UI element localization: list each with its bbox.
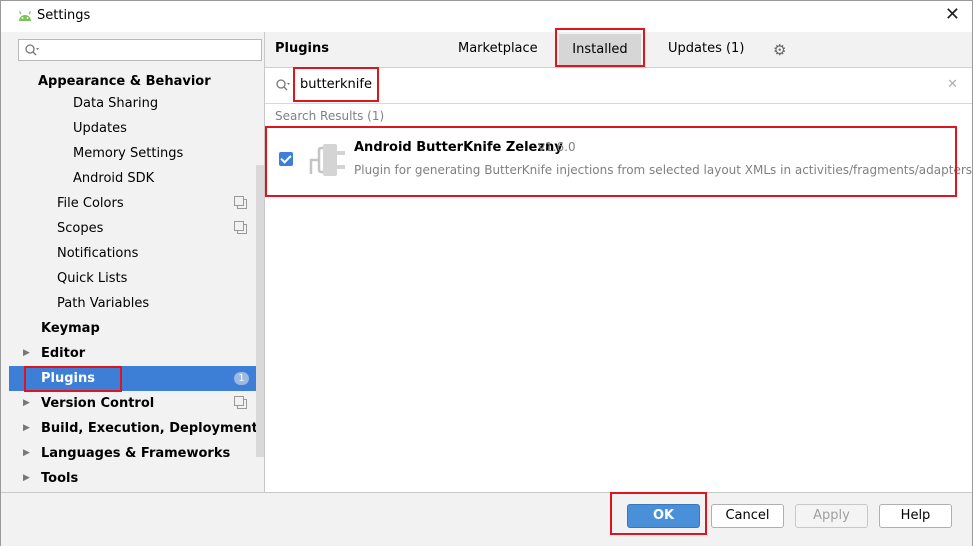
search-icon [25,44,39,56]
ok-button[interactable]: OK [627,504,700,528]
chevron-right-icon[interactable]: ▶ [23,341,30,366]
tab-marketplace[interactable]: Marketplace [458,41,538,56]
chevron-right-icon[interactable]: ▶ [23,416,30,441]
dialog-footer: OK Cancel Apply Help [1,492,972,546]
sidebar-item-editor[interactable]: ▶ Editor [9,341,264,366]
sidebar-item-plugins[interactable]: Plugins 1 [9,366,264,391]
plugin-search-value[interactable]: butterknife [300,77,372,92]
sidebar-item-build-execution-deployment[interactable]: ▶ Build, Execution, Deployment [9,416,264,441]
sidebar-item-label: Notifications [57,246,139,261]
tab-updates[interactable]: Updates (1) [668,41,744,56]
sidebar-item-label: Build, Execution, Deployment [41,421,258,436]
window-title: Settings [37,8,91,23]
plugin-plug-icon [309,144,345,176]
search-icon [276,79,290,91]
project-settings-icon [234,196,247,209]
sidebar-item-label: Data Sharing [73,96,159,111]
sidebar-item-scopes[interactable]: Scopes [9,216,264,241]
sidebar-item-quick-lists[interactable]: Quick Lists [9,266,264,291]
sidebar-scrollbar[interactable] [256,165,264,457]
sidebar-item-label: Editor [41,346,86,361]
plugins-tab-bar: Plugins Marketplace Installed Updates (1… [265,32,972,68]
plugin-list-item[interactable]: Android ButterKnife Zelezny v1.6.0 Plugi… [271,130,973,196]
sidebar-item-notifications[interactable]: Notifications [9,241,264,266]
sidebar-item-label: Version Control [41,396,155,411]
plugin-version: v1.6.0 [538,140,576,154]
title-bar: Settings ✕ [1,1,972,32]
apply-button[interactable]: Apply [795,504,868,528]
sidebar-item-label: Updates [73,121,127,136]
sidebar-item-label: File Colors [57,196,124,211]
settings-window: Settings ✕ Appearance & Behavior Data Sh… [0,0,973,546]
sidebar-item-label: Quick Lists [57,271,128,286]
sidebar-item-keymap[interactable]: Keymap [9,316,264,341]
plugins-panel: Plugins Marketplace Installed Updates (1… [265,32,973,492]
updates-count-badge: 1 [234,372,249,385]
cancel-button[interactable]: Cancel [711,504,784,528]
project-settings-icon [234,396,247,409]
plugin-description: Plugin for generating ButterKnife inject… [354,163,973,177]
project-settings-icon [234,221,247,234]
sidebar-item-label: Scopes [57,221,104,236]
sidebar-item-updates[interactable]: Updates [9,116,264,141]
sidebar-item-languages-frameworks[interactable]: ▶ Languages & Frameworks [9,441,264,466]
clear-icon[interactable]: ✕ [947,77,958,92]
chevron-right-icon[interactable]: ▶ [23,466,30,491]
plugin-search-input[interactable]: butterknife ✕ [265,68,972,104]
sidebar-item-label: Tools [41,471,79,486]
sidebar-item-version-control[interactable]: ▶ Version Control [9,391,264,416]
sidebar-item-label: Plugins [41,371,95,386]
sidebar-item-label: Memory Settings [73,146,184,161]
sidebar-item-android-sdk[interactable]: Android SDK [9,166,264,191]
page-title: Plugins [275,41,329,56]
android-studio-icon [18,11,32,21]
sidebar-item-label: Path Variables [57,296,150,311]
sidebar-item-label: Languages & Frameworks [41,446,231,461]
plugin-enabled-checkbox[interactable] [279,152,293,166]
gear-icon[interactable]: ⚙ [773,41,786,59]
sidebar-item-path-variables[interactable]: Path Variables [9,291,264,316]
chevron-right-icon[interactable]: ▶ [23,441,30,466]
settings-sidebar: Appearance & Behavior Data Sharing Updat… [9,32,265,492]
sidebar-item-label: Android SDK [73,171,155,186]
sidebar-item-tools[interactable]: ▶ Tools [9,466,264,491]
chevron-right-icon[interactable]: ▶ [23,391,30,416]
sidebar-item-memory-settings[interactable]: Memory Settings [9,141,264,166]
settings-search-input[interactable] [18,39,262,61]
tab-installed[interactable]: Installed [559,34,641,65]
plugin-name[interactable]: Android ButterKnife Zelezny [354,140,563,155]
close-icon[interactable]: ✕ [945,4,960,25]
sidebar-item-data-sharing[interactable]: Data Sharing [9,91,264,116]
help-button[interactable]: Help [879,504,952,528]
sidebar-item-label: Keymap [41,321,100,336]
search-results-label: Search Results (1) [275,109,385,123]
sidebar-item-file-colors[interactable]: File Colors [9,191,264,216]
